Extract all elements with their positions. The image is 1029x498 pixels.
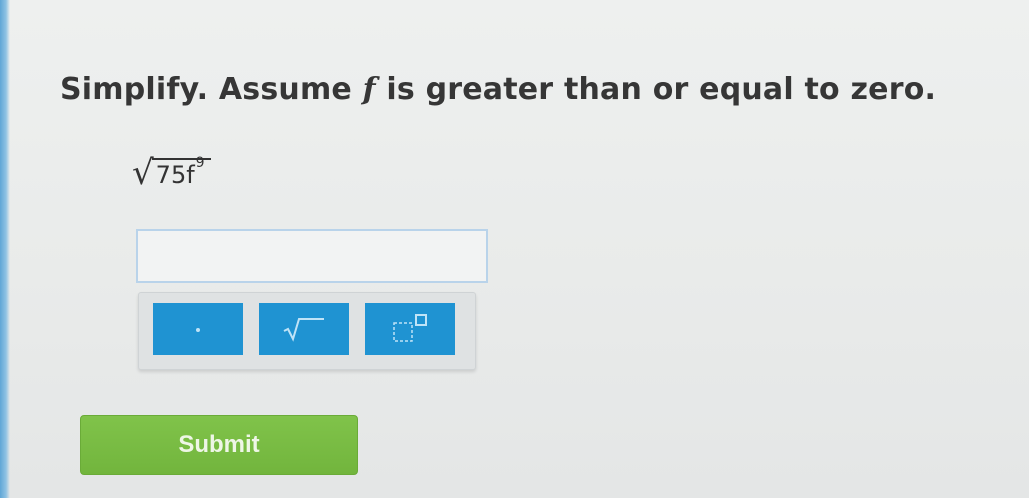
radical-expression: √ 75f 9 [132, 138, 211, 193]
radicand-base: 75f [155, 160, 195, 189]
multiplication-dot-button[interactable] [153, 303, 243, 355]
submit-button[interactable]: Submit [80, 415, 358, 475]
square-root-icon [283, 318, 324, 342]
radicand-exponent: 9 [195, 154, 205, 171]
question-prefix: Simplify. Assume [60, 72, 363, 107]
question-suffix: is greater than or equal to zero. [375, 72, 937, 107]
radical-sign-icon: √ [132, 153, 154, 193]
exponent-box-icon [393, 314, 427, 342]
question-variable: f [362, 72, 376, 107]
answer-input[interactable] [136, 229, 488, 283]
left-panel-edge [0, 0, 10, 498]
radicand: 75f 9 [151, 154, 211, 189]
square-root-button[interactable] [259, 303, 349, 355]
multiplication-dot-icon [196, 328, 200, 332]
question-text: Simplify. Assume f is greater than or eq… [60, 72, 936, 107]
exponent-button[interactable] [365, 303, 455, 355]
math-keypad [138, 292, 476, 370]
